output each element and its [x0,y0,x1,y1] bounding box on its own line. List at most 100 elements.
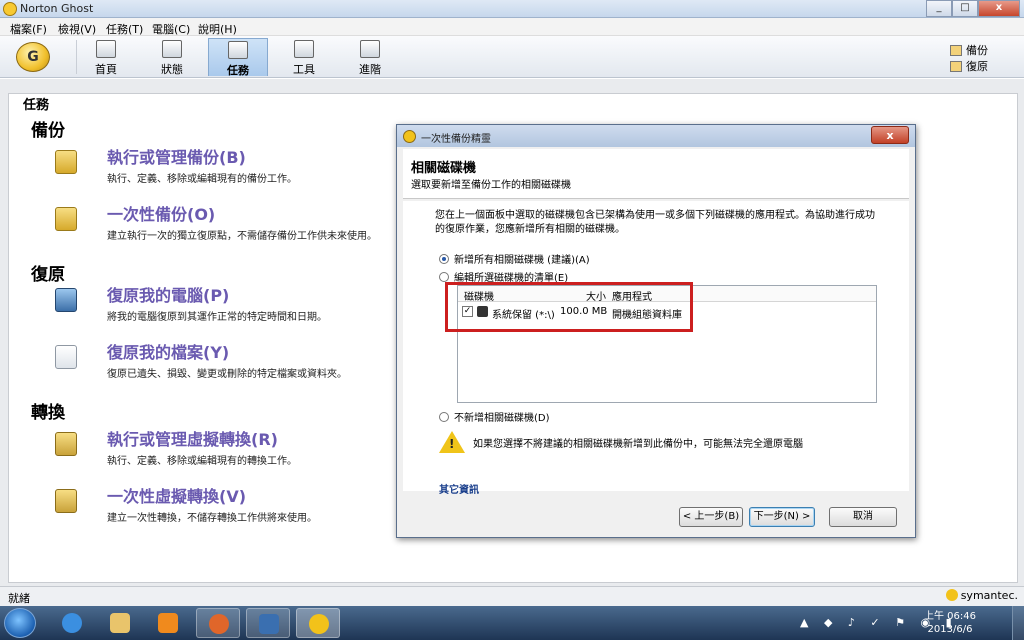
task-title[interactable]: 復原我的電腦(P) [107,282,229,306]
tool-home[interactable]: 首頁 [76,38,136,76]
taskbar-norton-ghost[interactable] [296,608,340,638]
page-title: 任務 [23,98,50,113]
menu-help[interactable]: 說明(H) [198,21,237,37]
norton-ghost-icon [309,614,329,634]
status-text: 就緒 [8,592,30,605]
option-label: 新增所有相關磁碟機 (建議)(A) [454,255,590,266]
system-clock[interactable]: 上午 06:46 2013/6/6 [924,610,976,636]
recover-files-icon [55,345,77,369]
task-title[interactable]: 執行或管理虛擬轉換(R) [107,426,278,450]
quick-recover-link[interactable]: 復原 [950,58,988,74]
norton-app-icon [3,2,17,16]
task-description: 執行、定義、移除或編輯現有的轉換工作。 [107,456,297,467]
task-title[interactable]: 一次性備份(O) [107,201,215,225]
task-one-time-backup[interactable]: 一次性備份(O) 建立執行一次的獨立復原點，不需儲存備份工作供未來使用。 [55,201,415,245]
windows-taskbar: ▲ ◆ ♪ ✓ ⚑ ◉ ▮ 上午 06:46 2013/6/6 [0,606,1024,640]
norton-logo-button[interactable]: G [16,42,50,72]
quick-backup-label: 備份 [966,44,988,57]
quick-backup-link[interactable]: 備份 [950,42,988,58]
task-description: 建立一次性轉換，不儲存轉換工作供將來使用。 [107,513,317,524]
backup-icon [950,45,962,56]
start-button[interactable] [4,608,36,638]
tool-home-label: 首頁 [95,63,117,76]
tool-tasks-label: 任務 [227,64,249,77]
task-one-time-virtual-conversion[interactable]: 一次性虛擬轉換(V) 建立一次性轉換，不儲存轉換工作供將來使用。 [55,483,415,527]
dialog-body: 您在上一個面板中選取的磁碟機包含已架構為使用一或多個下列磁碟機的應用程式。為協助… [403,201,909,496]
more-info-link[interactable]: 其它資訊 [439,481,479,496]
task-recover-computer[interactable]: 復原我的電腦(P) 將我的電腦復原到其運作正常的特定時間和日期。 [55,282,415,326]
section-convert: 轉換 [31,403,65,423]
clock-time: 上午 06:46 [924,611,976,622]
window-titlebar: Norton Ghost _ □ x [0,0,1024,18]
tool-tools[interactable]: 工具 [274,38,334,76]
close-button[interactable]: x [978,0,1020,17]
task-run-manage-virtual-conversion[interactable]: 執行或管理虛擬轉換(R) 執行、定義、移除或編輯現有的轉換工作。 [55,426,415,470]
red-highlight-box [445,282,693,332]
menu-computer[interactable]: 電腦(C) [152,21,190,37]
main-toolbar: G 首頁 狀態 任務 工具 進階 備份 復原 [0,36,1024,78]
media-player-icon [158,613,178,633]
tasks-icon [228,41,248,59]
task-description: 復原已遺失、損毀、變更或刪除的特定檔案或資料夾。 [107,369,347,380]
tool-status-label: 狀態 [161,63,183,76]
task-description: 建立執行一次的獨立復原點，不需儲存備份工作供未來使用。 [107,231,377,242]
taskbar-explorer[interactable] [98,608,142,638]
one-time-conversion-icon [55,489,77,513]
status-icon [162,40,182,58]
advanced-icon [360,40,380,58]
section-backup: 備份 [31,121,65,141]
internet-explorer-icon [62,613,82,633]
window-title: Norton Ghost [20,2,94,15]
taskbar-app[interactable] [246,608,290,638]
virtual-conversion-icon [55,432,77,456]
next-button[interactable]: 下一步(N) > [749,507,815,527]
menu-view[interactable]: 檢視(V) [58,21,96,37]
minimize-button[interactable]: _ [926,0,952,17]
task-run-manage-backup[interactable]: 執行或管理備份(B) 執行、定義、移除或編輯現有的備份工作。 [55,144,415,188]
symantec-logo: symantec. [945,589,1018,602]
task-description: 執行、定義、移除或編輯現有的備份工作。 [107,174,297,185]
task-title[interactable]: 復原我的檔案(Y) [107,339,229,363]
dialog-intro-text: 您在上一個面板中選取的磁碟機包含已架構為使用一或多個下列磁碟機的應用程式。為協助… [435,210,875,235]
tool-tasks[interactable]: 任務 [208,38,268,77]
quick-recover-label: 復原 [966,60,988,73]
task-description: 將我的電腦復原到其運作正常的特定時間和日期。 [107,312,327,323]
tool-status[interactable]: 狀態 [142,38,202,76]
menu-file[interactable]: 檔案(F) [10,21,47,37]
cancel-button[interactable]: 取消 [829,507,897,527]
option-add-all-related[interactable]: 新增所有相關磁碟機 (建議)(A) [439,251,590,266]
one-time-backup-wizard-dialog: 一次性備份精靈 x 相關磁碟機 選取要新增至備份工作的相關磁碟機 您在上一個面板… [396,124,916,538]
back-button[interactable]: < 上一步(B) [679,507,743,527]
dialog-titlebar: 一次性備份精靈 x [397,125,915,147]
tools-icon [294,40,314,58]
recover-icon [950,61,962,72]
clock-date: 2013/6/6 [927,624,973,635]
radio-icon [439,412,449,422]
firefox-icon [209,614,229,634]
taskbar-ie[interactable] [50,608,94,638]
wizard-icon [403,130,416,143]
backup-drive-icon [55,150,77,174]
home-icon [96,40,116,58]
symantec-dot-icon [945,589,958,601]
radio-icon [439,272,449,282]
option-no-related[interactable]: 不新增相關磁碟機(D) [439,409,550,424]
radio-selected-icon [439,254,449,264]
task-title[interactable]: 執行或管理備份(B) [107,144,246,168]
app-window-icon [259,614,279,634]
dialog-close-button[interactable]: x [871,126,909,144]
dialog-header-subtitle: 選取要新增至備份工作的相關磁碟機 [411,180,571,191]
dialog-header: 相關磁碟機 選取要新增至備份工作的相關磁碟機 [403,149,909,199]
taskbar-firefox[interactable] [196,608,240,638]
maximize-button[interactable]: □ [952,0,978,17]
task-recover-files[interactable]: 復原我的檔案(Y) 復原已遺失、損毀、變更或刪除的特定檔案或資料夾。 [55,339,415,383]
tool-advanced[interactable]: 進階 [340,38,400,76]
status-bar: 就緒 symantec. [0,586,1024,606]
dialog-title: 一次性備份精靈 [421,134,491,145]
task-title[interactable]: 一次性虛擬轉換(V) [107,483,246,507]
one-time-backup-icon [55,207,77,231]
folder-icon [110,613,130,633]
show-desktop-button[interactable] [1012,606,1024,640]
taskbar-media-player[interactable] [146,608,190,638]
menu-tasks[interactable]: 任務(T) [106,21,143,37]
